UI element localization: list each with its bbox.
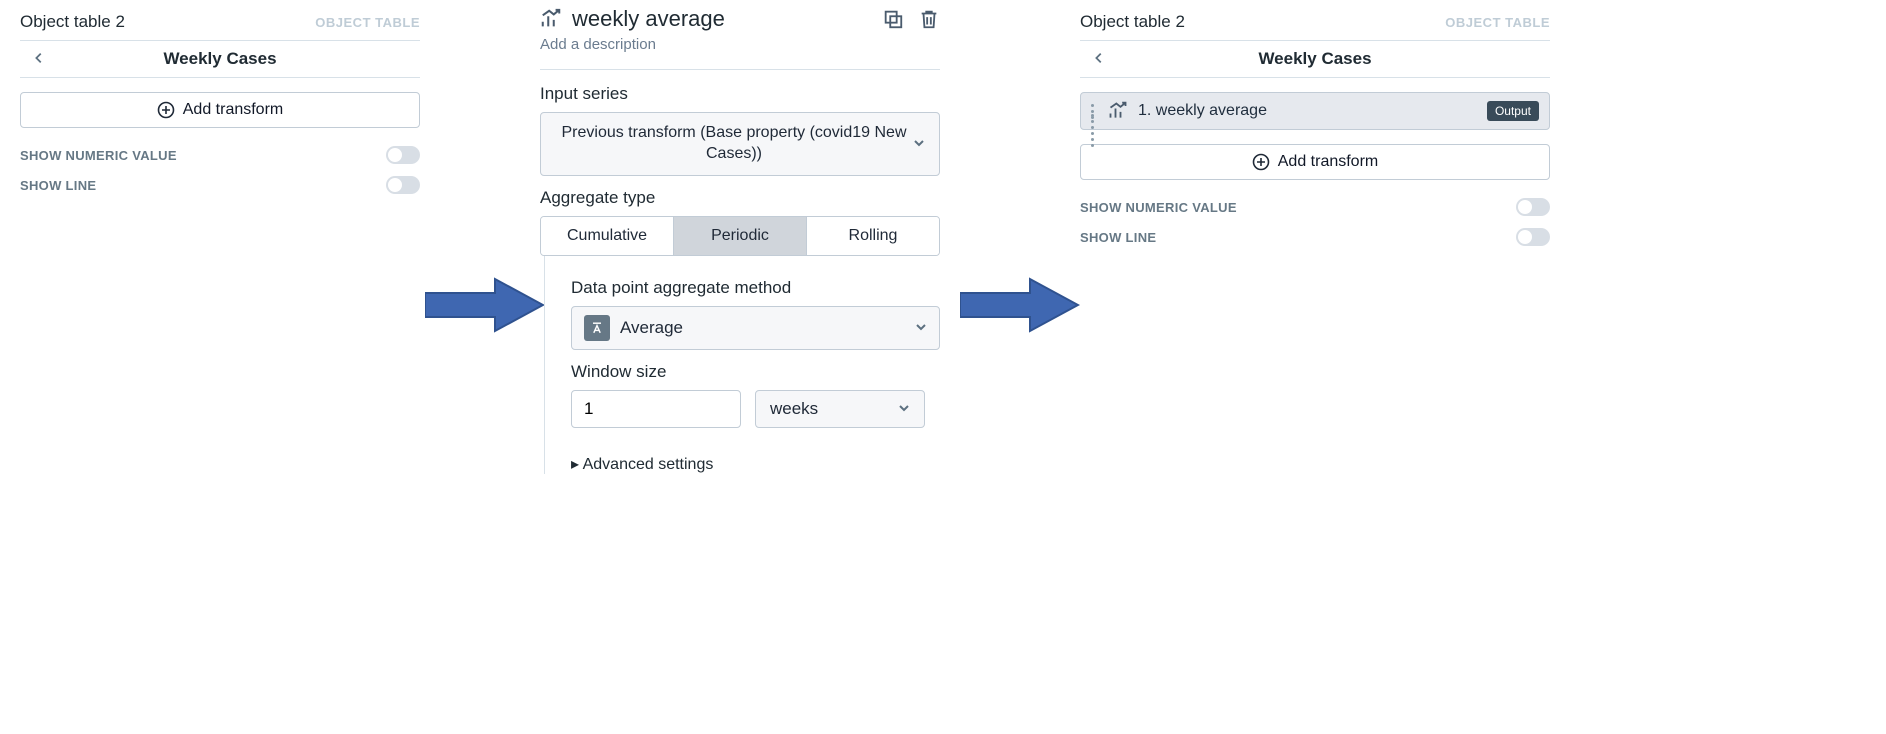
chevron-down-icon: [913, 136, 925, 152]
transform-item[interactable]: 1. weekly average Output: [1080, 92, 1550, 130]
window-unit-value: weeks: [770, 399, 818, 419]
toggle-row: SHOW NUMERIC VALUE: [1080, 198, 1550, 216]
output-badge: Output: [1487, 101, 1539, 121]
plus-circle-icon: [157, 101, 175, 119]
toggle-show-numeric[interactable]: [1516, 198, 1550, 216]
editor-title: weekly average: [540, 6, 870, 32]
seg-cumulative[interactable]: Cumulative: [541, 217, 673, 255]
flow-arrow: [425, 275, 545, 335]
editor-title-text: weekly average: [572, 6, 725, 32]
method-select[interactable]: Average: [571, 306, 940, 350]
seg-rolling[interactable]: Rolling: [806, 217, 939, 255]
periodic-settings: Data point aggregate method Average Wind…: [544, 256, 940, 474]
panel-title: Object table 2: [20, 12, 125, 32]
field-label-aggregate-type: Aggregate type: [540, 188, 940, 208]
average-icon: [584, 315, 610, 341]
panel-title: Object table 2: [1080, 12, 1185, 32]
panel-type-tag: OBJECT TABLE: [315, 15, 420, 30]
toggle-label: SHOW NUMERIC VALUE: [20, 148, 177, 163]
chart-trend-icon: [540, 8, 562, 30]
add-transform-button[interactable]: Add transform: [20, 92, 420, 128]
breadcrumb-title: Weekly Cases: [26, 49, 414, 69]
panel-type-tag: OBJECT TABLE: [1445, 15, 1550, 30]
back-button[interactable]: [1090, 49, 1108, 70]
transform-item-label: 1. weekly average: [1138, 102, 1477, 120]
input-series-value: Previous transform (Base property (covid…: [555, 123, 913, 165]
add-transform-label: Add transform: [183, 101, 283, 119]
panel-header: Object table 2 OBJECT TABLE: [1080, 6, 1550, 40]
seg-periodic[interactable]: Periodic: [673, 217, 806, 255]
panel-transform-editor: weekly average Add a description Input s…: [540, 0, 940, 480]
toggle-label: SHOW LINE: [1080, 230, 1156, 245]
editor-description[interactable]: Add a description: [540, 36, 870, 53]
toggle-row: SHOW NUMERIC VALUE: [20, 146, 420, 164]
breadcrumb: Weekly Cases: [1080, 40, 1550, 78]
breadcrumb-title: Weekly Cases: [1086, 49, 1544, 69]
window-size-input[interactable]: [571, 390, 741, 428]
delete-button[interactable]: [918, 8, 940, 30]
add-transform-button[interactable]: Add transform: [1080, 144, 1550, 180]
panel-right: Object table 2 OBJECT TABLE Weekly Cases…: [1080, 0, 1550, 264]
toggle-row: SHOW LINE: [20, 176, 420, 194]
field-label-input-series: Input series: [540, 84, 940, 104]
add-transform-label: Add transform: [1278, 153, 1378, 171]
duplicate-icon: [882, 8, 904, 30]
plus-circle-icon: [1252, 153, 1270, 171]
flow-arrow: [960, 275, 1080, 335]
back-button[interactable]: [30, 49, 48, 70]
chart-trend-icon: [1108, 101, 1128, 121]
toggle-label: SHOW LINE: [20, 178, 96, 193]
chevron-left-icon: [32, 51, 46, 65]
panel-header: Object table 2 OBJECT TABLE: [20, 6, 420, 40]
trash-icon: [918, 8, 940, 30]
method-value: Average: [620, 318, 683, 338]
duplicate-button[interactable]: [882, 8, 904, 30]
drag-handle-icon[interactable]: [1091, 104, 1098, 119]
chevron-down-icon: [898, 399, 910, 419]
aggregate-type-segmented: Cumulative Periodic Rolling: [540, 216, 940, 256]
toggle-show-numeric[interactable]: [386, 146, 420, 164]
field-label-method: Data point aggregate method: [571, 278, 940, 298]
field-label-window: Window size: [571, 362, 940, 382]
advanced-settings-toggle[interactable]: Advanced settings: [571, 454, 940, 474]
toggle-show-line[interactable]: [386, 176, 420, 194]
input-series-select[interactable]: Previous transform (Base property (covid…: [540, 112, 940, 176]
toggle-row: SHOW LINE: [1080, 228, 1550, 246]
editor-header: weekly average Add a description: [540, 6, 940, 61]
toggle-label: SHOW NUMERIC VALUE: [1080, 200, 1237, 215]
panel-left: Object table 2 OBJECT TABLE Weekly Cases…: [20, 0, 420, 212]
chevron-down-icon: [915, 318, 927, 338]
breadcrumb: Weekly Cases: [20, 40, 420, 78]
toggle-show-line[interactable]: [1516, 228, 1550, 246]
window-unit-select[interactable]: weeks: [755, 390, 925, 428]
chevron-left-icon: [1092, 51, 1106, 65]
